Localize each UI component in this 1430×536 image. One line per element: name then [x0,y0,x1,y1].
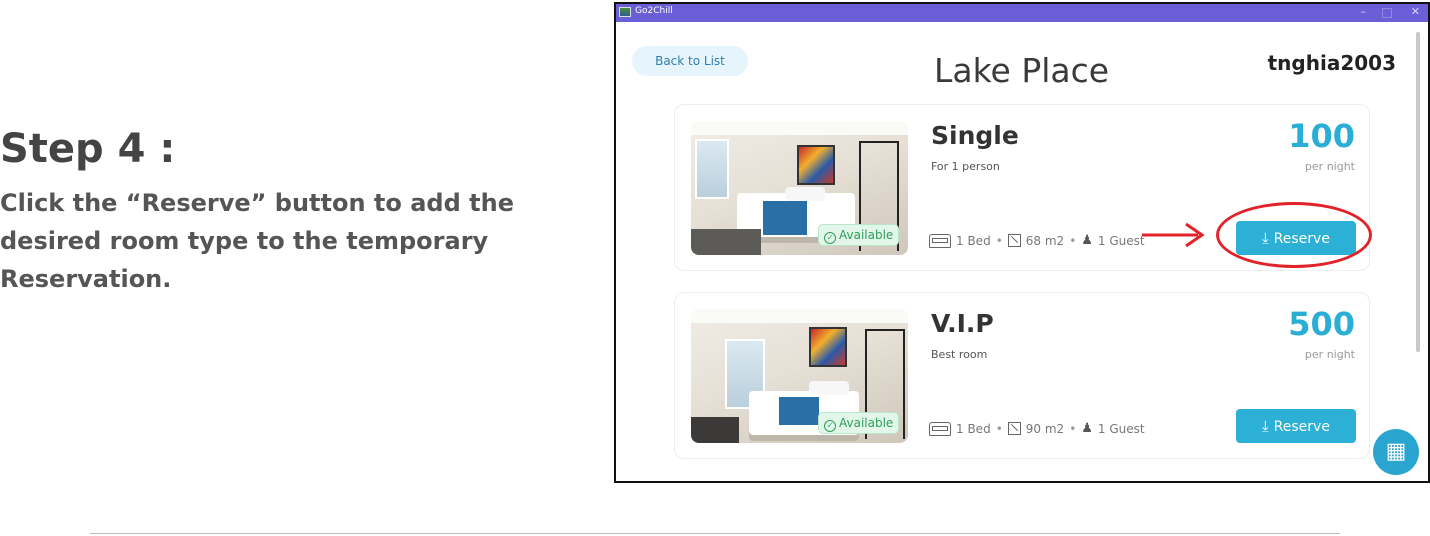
bed-icon [929,421,951,436]
bullet-separator: • [1069,421,1077,436]
bullet-separator: • [995,233,1003,248]
annotation-circle [1216,202,1372,268]
bed-icon [929,233,951,248]
page-title: Lake Place [934,51,1110,90]
annotation-arrow [1142,222,1205,248]
area-icon [1007,422,1021,435]
room-name: Single [931,121,1019,150]
available-label: Available [839,228,894,242]
reserve-label: Reserve [1273,419,1330,435]
minimize-button[interactable]: – [1361,5,1367,18]
price-unit: per night [1304,348,1355,361]
room-card: ✓ Available V.I.P Best room 500 per night… [674,292,1370,459]
calendar-icon: ▦ [1385,439,1407,464]
step-title: Step 4 : [0,126,176,172]
available-label: Available [839,416,894,430]
divider [90,533,1340,534]
room-amenities: 1 Bed • 68 m2 • ♟ 1 Guest [929,233,1145,248]
back-to-list-button[interactable]: Back to List [632,46,748,76]
calendar-check-button[interactable]: ▦ [1373,429,1419,475]
room-area: 68 m2 [1025,233,1065,248]
guest-count: 1 Guest [1097,233,1145,248]
reserve-button[interactable]: ⤓ Reserve [1236,409,1356,443]
price-unit: per night [1304,160,1355,173]
room-area: 90 m2 [1025,421,1065,436]
app-name: Go2Chill [635,6,673,16]
bed-count: 1 Bed [956,421,991,436]
person-icon: ♟ [1081,421,1093,436]
area-icon [1007,234,1021,247]
room-description: Best room [931,348,988,361]
bullet-separator: • [995,421,1003,436]
check-icon: ✓ [824,232,836,244]
scrollbar[interactable] [1416,32,1420,352]
step-description: Click the “Reserve” button to add the de… [0,189,514,293]
check-icon: ✓ [824,420,836,432]
title-bar: Go2Chill – ✕ [616,4,1428,22]
download-icon: ⤓ [1262,417,1269,435]
username: tnghia2003 [1267,51,1396,75]
room-amenities: 1 Bed • 90 m2 • ♟ 1 Guest [929,421,1145,436]
close-button[interactable]: ✕ [1411,5,1420,18]
room-photo: ✓ Available [691,309,908,443]
bullet-separator: • [1069,233,1077,248]
room-photo: ✓ Available [691,121,908,255]
room-price: 500 [1288,305,1355,343]
room-description: For 1 person [931,160,1000,173]
room-name: V.I.P [931,309,994,338]
app-icon [619,7,631,17]
room-price: 100 [1288,117,1355,155]
person-icon: ♟ [1081,233,1093,248]
bed-count: 1 Bed [956,233,991,248]
available-badge: ✓ Available [818,412,900,434]
available-badge: ✓ Available [818,224,900,246]
maximize-button[interactable] [1382,8,1392,18]
guest-count: 1 Guest [1097,421,1145,436]
